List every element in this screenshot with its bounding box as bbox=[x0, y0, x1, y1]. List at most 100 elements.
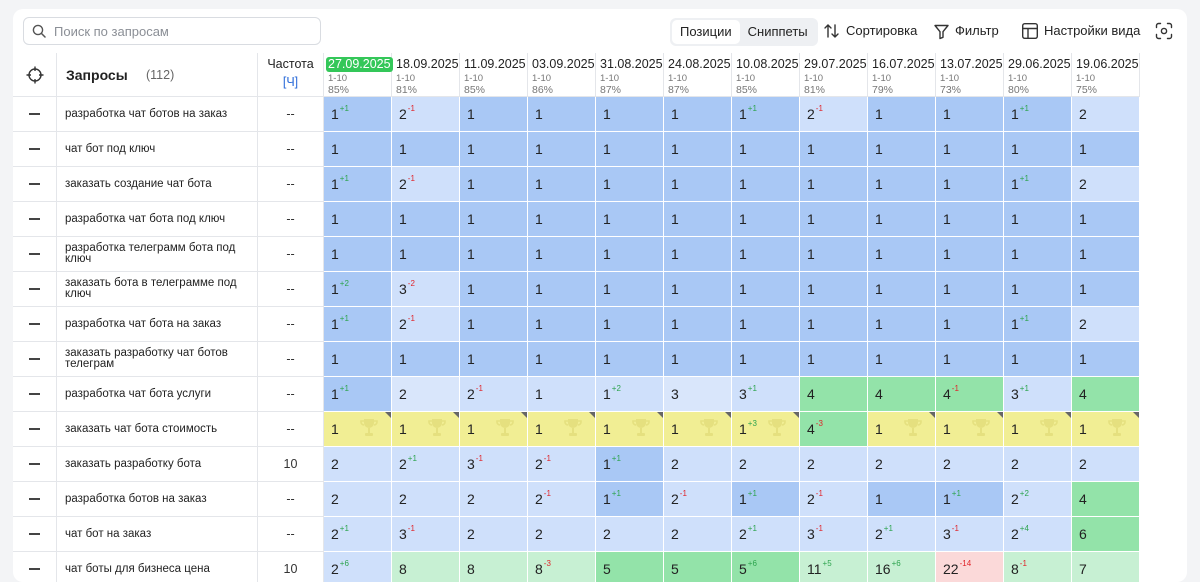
position-cell[interactable]: 1 bbox=[460, 412, 528, 447]
position-cell[interactable]: 8 bbox=[392, 552, 460, 582]
position-cell[interactable]: 1 bbox=[596, 97, 664, 132]
date-column-header[interactable]: 11.09.2025 1-10 85% bbox=[460, 53, 528, 97]
position-cell[interactable]: 1 +1 bbox=[596, 482, 664, 517]
position-cell[interactable]: 1 bbox=[392, 237, 460, 272]
row-collapse-toggle[interactable] bbox=[13, 132, 57, 167]
position-cell[interactable]: 1 bbox=[596, 167, 664, 202]
frequency-unit[interactable]: [Ч] bbox=[258, 75, 323, 89]
position-cell[interactable]: 3 -1 bbox=[936, 517, 1004, 552]
position-cell[interactable]: 1 bbox=[936, 412, 1004, 447]
position-cell[interactable]: 1 bbox=[800, 342, 868, 377]
position-cell[interactable]: 1 bbox=[460, 237, 528, 272]
position-cell[interactable]: 2 +1 bbox=[324, 517, 392, 552]
crosshair-icon[interactable] bbox=[26, 66, 44, 84]
position-cell[interactable]: 1 bbox=[1072, 237, 1140, 272]
position-cell[interactable]: 1 bbox=[596, 342, 664, 377]
position-cell[interactable]: 1 bbox=[392, 412, 460, 447]
position-cell[interactable]: 1 bbox=[936, 342, 1004, 377]
position-cell[interactable]: 1 bbox=[324, 412, 392, 447]
view-settings-button[interactable]: Настройки вида bbox=[1021, 22, 1140, 40]
position-cell[interactable]: 1 bbox=[528, 167, 596, 202]
row-collapse-toggle[interactable] bbox=[13, 97, 57, 132]
query-cell[interactable]: чат бот под ключ bbox=[57, 132, 258, 167]
position-cell[interactable]: 7 bbox=[1072, 552, 1140, 582]
position-cell[interactable]: 1 +1 bbox=[324, 167, 392, 202]
position-cell[interactable]: 1 bbox=[868, 342, 936, 377]
position-cell[interactable]: 2 bbox=[1072, 307, 1140, 342]
position-cell[interactable]: 1 bbox=[460, 342, 528, 377]
position-cell[interactable]: 16 +6 bbox=[868, 552, 936, 582]
position-cell[interactable]: 2 bbox=[800, 447, 868, 482]
sort-button[interactable]: Сортировка bbox=[823, 22, 917, 40]
position-cell[interactable]: 1 bbox=[596, 272, 664, 307]
position-cell[interactable]: 1 bbox=[1004, 342, 1072, 377]
position-cell[interactable]: 2 bbox=[664, 447, 732, 482]
filter-button[interactable]: Фильтр bbox=[933, 22, 999, 40]
row-collapse-toggle[interactable] bbox=[13, 517, 57, 552]
position-cell[interactable]: 1 bbox=[1072, 412, 1140, 447]
position-cell[interactable]: 2 bbox=[528, 517, 596, 552]
position-cell[interactable]: 1 bbox=[460, 132, 528, 167]
position-cell[interactable]: 1 bbox=[664, 412, 732, 447]
position-cell[interactable]: 1 +1 bbox=[596, 447, 664, 482]
row-collapse-toggle[interactable] bbox=[13, 202, 57, 237]
position-cell[interactable]: 5 bbox=[596, 552, 664, 582]
position-cell[interactable]: 2 bbox=[732, 447, 800, 482]
position-cell[interactable]: 1 bbox=[664, 237, 732, 272]
date-column-header[interactable]: 29.07.2025 1-10 81% bbox=[800, 53, 868, 97]
position-cell[interactable]: 1 bbox=[1004, 237, 1072, 272]
position-cell[interactable]: 3 -1 bbox=[460, 447, 528, 482]
position-cell[interactable]: 1 bbox=[936, 307, 1004, 342]
query-cell[interactable]: заказать разработку чат ботов телеграм bbox=[57, 342, 258, 377]
search-input[interactable] bbox=[54, 23, 294, 39]
date-column-header[interactable]: 24.08.2025 1-10 87% bbox=[664, 53, 732, 97]
query-cell[interactable]: заказать разработку бота bbox=[57, 447, 258, 482]
position-cell[interactable]: 1 bbox=[460, 307, 528, 342]
position-cell[interactable]: 1 bbox=[936, 97, 1004, 132]
position-cell[interactable]: 4 bbox=[868, 377, 936, 412]
position-cell[interactable]: 1 bbox=[800, 132, 868, 167]
position-cell[interactable]: 4 -1 bbox=[936, 377, 1004, 412]
position-cell[interactable]: 1 bbox=[800, 237, 868, 272]
position-cell[interactable]: 1 bbox=[392, 132, 460, 167]
position-cell[interactable]: 3 +1 bbox=[732, 377, 800, 412]
position-cell[interactable]: 1 bbox=[732, 167, 800, 202]
position-cell[interactable]: 1 bbox=[528, 202, 596, 237]
focus-button[interactable] bbox=[1155, 22, 1173, 40]
position-cell[interactable]: 1 bbox=[1004, 272, 1072, 307]
position-cell[interactable]: 1 +2 bbox=[596, 377, 664, 412]
row-collapse-toggle[interactable] bbox=[13, 377, 57, 412]
position-cell[interactable]: 1 bbox=[936, 202, 1004, 237]
position-cell[interactable]: 1 bbox=[528, 97, 596, 132]
position-cell[interactable]: 1 bbox=[1004, 202, 1072, 237]
position-cell[interactable]: 1 bbox=[868, 202, 936, 237]
position-cell[interactable]: 2 +6 bbox=[324, 552, 392, 582]
tab-positions[interactable]: Позиции bbox=[672, 20, 740, 44]
position-cell[interactable]: 1 bbox=[528, 307, 596, 342]
position-cell[interactable]: 1 bbox=[936, 132, 1004, 167]
position-cell[interactable]: 2 -1 bbox=[800, 482, 868, 517]
query-cell[interactable]: разработка чат бота на заказ bbox=[57, 307, 258, 342]
row-collapse-toggle[interactable] bbox=[13, 307, 57, 342]
position-cell[interactable]: 2 bbox=[1072, 447, 1140, 482]
position-cell[interactable]: 1 bbox=[1004, 132, 1072, 167]
position-cell[interactable]: 1 bbox=[800, 272, 868, 307]
position-cell[interactable]: 1 bbox=[936, 272, 1004, 307]
query-cell[interactable]: чат бот на заказ bbox=[57, 517, 258, 552]
position-cell[interactable]: 1 +1 bbox=[324, 307, 392, 342]
position-cell[interactable]: 1 bbox=[800, 167, 868, 202]
position-cell[interactable]: 2 -1 bbox=[392, 97, 460, 132]
position-cell[interactable]: 1 bbox=[596, 307, 664, 342]
tab-snippets[interactable]: Сниппеты bbox=[740, 20, 816, 44]
position-cell[interactable]: 1 bbox=[732, 237, 800, 272]
position-cell[interactable]: 1 bbox=[1072, 272, 1140, 307]
position-cell[interactable]: 1 bbox=[1004, 412, 1072, 447]
position-cell[interactable]: 1 bbox=[800, 202, 868, 237]
date-column-header[interactable]: 29.06.2025 1-10 80% bbox=[1004, 53, 1072, 97]
position-cell[interactable]: 1 bbox=[868, 97, 936, 132]
row-collapse-toggle[interactable] bbox=[13, 272, 57, 307]
date-column-header[interactable]: 10.08.2025 1-10 85% bbox=[732, 53, 800, 97]
position-cell[interactable]: 1 bbox=[596, 412, 664, 447]
position-cell[interactable]: 1 bbox=[460, 97, 528, 132]
query-cell[interactable]: разработка телеграмм бота под ключ bbox=[57, 237, 258, 272]
